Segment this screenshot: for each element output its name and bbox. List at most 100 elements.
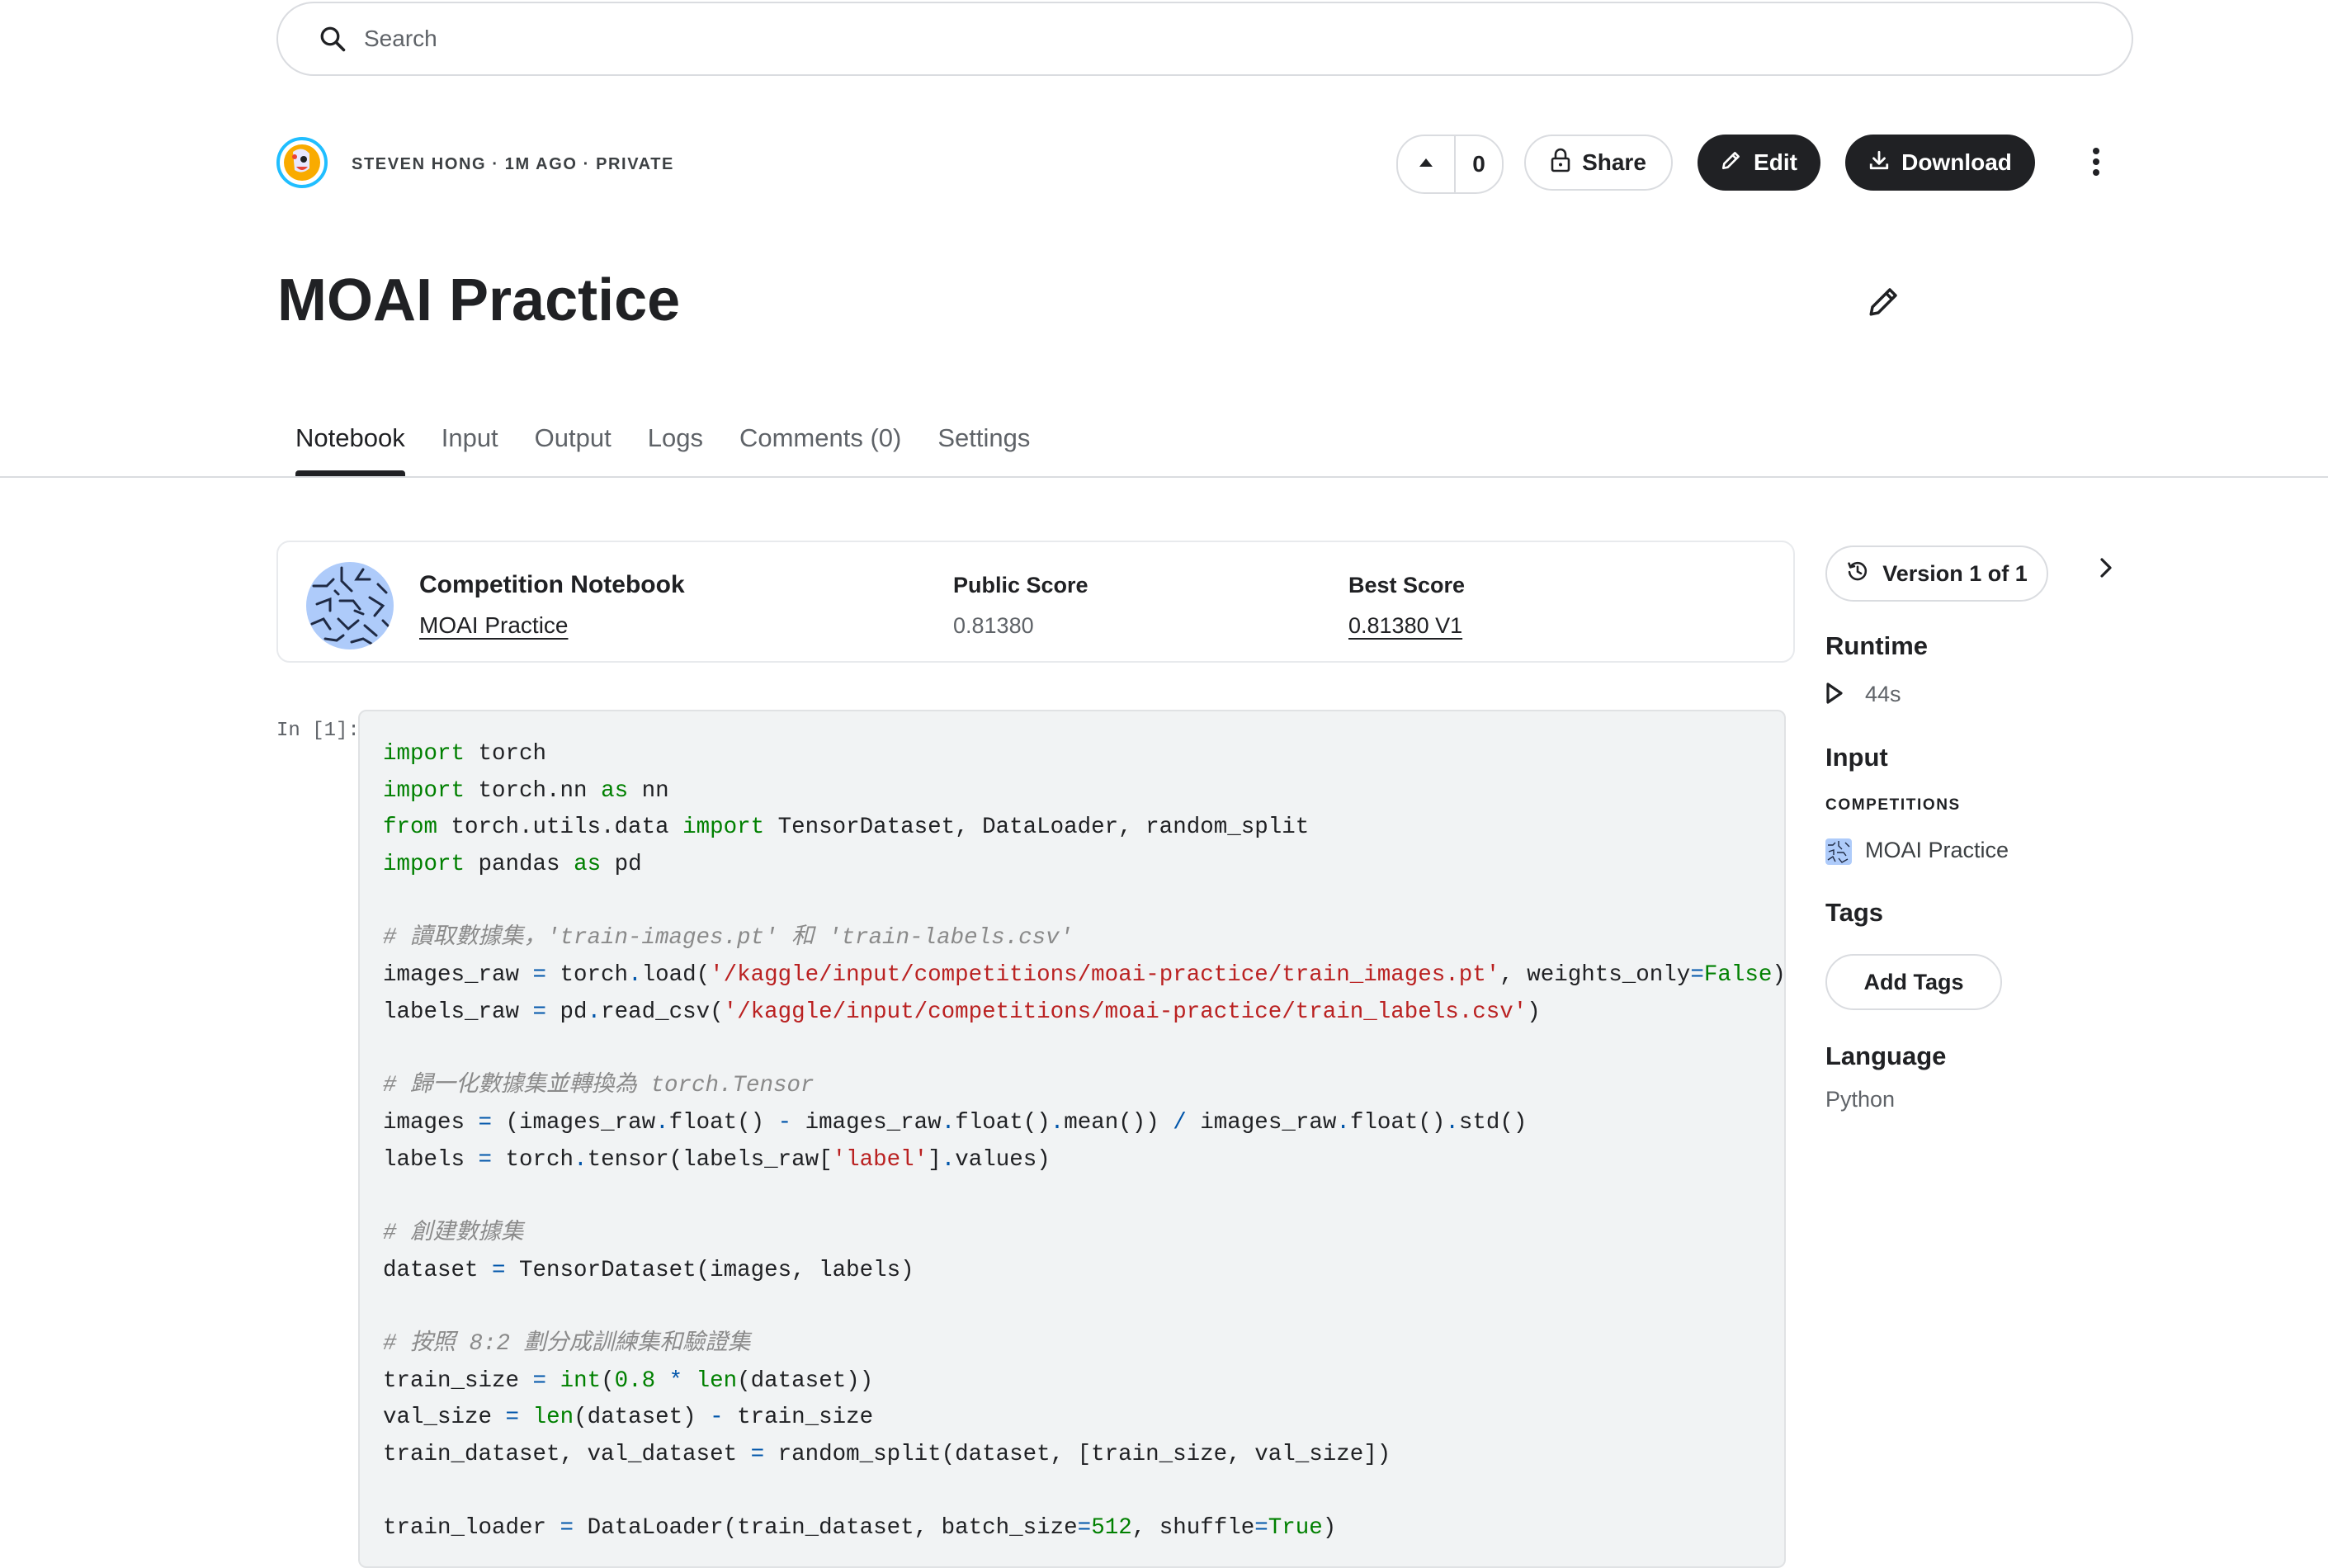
code-token: - xyxy=(777,1109,792,1136)
code-token: images xyxy=(383,1109,479,1136)
share-button[interactable]: Share xyxy=(1524,135,1673,191)
code-token: tensor(labels_raw[ xyxy=(587,1146,833,1173)
code-line: val_size = len(dataset) - train_size xyxy=(383,1400,1784,1437)
code-token: . xyxy=(587,999,602,1025)
code-token: '/kaggle/input/competitions/moai-practic… xyxy=(723,999,1528,1025)
triangle-up-icon xyxy=(1419,157,1433,172)
code-token: - xyxy=(710,1405,724,1431)
code-token: len xyxy=(696,1367,738,1394)
language-value: Python xyxy=(1825,1087,1896,1112)
search-bar[interactable] xyxy=(276,2,2133,76)
language-heading: Language xyxy=(1825,1041,1947,1070)
play-icon xyxy=(1825,682,1845,705)
code-token: pandas xyxy=(465,852,574,878)
code-token: . xyxy=(628,962,642,989)
code-token: = xyxy=(532,999,547,1025)
code-token: images_raw xyxy=(383,962,533,989)
download-icon xyxy=(1868,149,1890,177)
competition-thumbnail[interactable] xyxy=(305,561,394,650)
tab-output[interactable]: Output xyxy=(517,417,630,476)
lock-icon xyxy=(1551,148,1570,178)
input-caption: COMPETITIONS xyxy=(1825,796,1961,814)
code-token: ) xyxy=(1527,999,1541,1025)
code-token: torch xyxy=(492,1146,574,1173)
code-token: mean()) xyxy=(1064,1109,1173,1136)
runtime-value: 44s xyxy=(1865,682,1901,706)
code-token: '/kaggle/input/competitions/moai-practic… xyxy=(710,962,1500,989)
add-tags-button[interactable]: Add Tags xyxy=(1825,954,2002,1010)
code-token: import xyxy=(383,852,465,878)
upvote-button[interactable] xyxy=(1398,136,1456,192)
code-token: = xyxy=(1077,1515,1092,1542)
code-token: float() xyxy=(668,1109,778,1136)
version-label: Version 1 of 1 xyxy=(1882,560,2028,586)
code-line: labels = torch.tensor(labels_raw['label'… xyxy=(383,1142,1784,1179)
code-token: 0.8 xyxy=(614,1367,656,1394)
tab-logs[interactable]: Logs xyxy=(630,417,721,476)
code-token: ) xyxy=(1772,962,1786,989)
input-competition-link[interactable]: MOAI Practice xyxy=(1865,838,2009,863)
code-token: / xyxy=(1173,1109,1187,1136)
code-token: torch xyxy=(546,962,629,989)
code-token: . xyxy=(941,1109,956,1136)
code-token: int xyxy=(560,1367,602,1394)
search-input[interactable] xyxy=(362,25,1851,53)
code-token: torch.nn xyxy=(465,777,602,804)
tab-settings[interactable]: Settings xyxy=(919,417,1048,476)
best-score-link[interactable]: 0.81380 V1 xyxy=(1348,613,1462,639)
competition-link[interactable]: MOAI Practice xyxy=(419,612,568,639)
runtime-heading: Runtime xyxy=(1825,631,1928,660)
next-version-button[interactable] xyxy=(2093,553,2119,586)
tab-comments[interactable]: Comments (0) xyxy=(721,417,919,476)
code-token: torch xyxy=(465,741,547,767)
pencil-icon xyxy=(1867,288,1901,322)
author-meta: STEVEN HONG · 1M AGO · PRIVATE xyxy=(352,155,674,173)
version-button[interactable]: Version 1 of 1 xyxy=(1825,545,2048,602)
code-token: . xyxy=(1445,1109,1459,1136)
avatar[interactable] xyxy=(276,137,328,188)
code-token: dataset xyxy=(383,1257,493,1283)
code-token: # 按照 8:2 劃分成訓練集和驗證集 xyxy=(383,1331,751,1357)
share-label: Share xyxy=(1582,149,1646,175)
code-token: = xyxy=(532,1367,547,1394)
vote-count: 0 xyxy=(1472,151,1485,177)
competition-card xyxy=(276,541,1795,663)
code-token: random_split(dataset, [train_size, val_s… xyxy=(764,1442,1391,1468)
edit-button[interactable]: Edit xyxy=(1698,135,1820,191)
code-token: read_csv( xyxy=(601,999,724,1025)
download-button[interactable]: Download xyxy=(1845,135,2035,191)
tab-input[interactable]: Input xyxy=(423,417,517,476)
tags-heading: Tags xyxy=(1825,898,1884,927)
more-options-button[interactable] xyxy=(2080,140,2113,187)
code-token: . xyxy=(1050,1109,1065,1136)
input-heading: Input xyxy=(1825,743,1888,772)
code-token: True xyxy=(1268,1515,1323,1542)
edit-title-button[interactable] xyxy=(1867,284,1901,319)
competition-thumbnail-small xyxy=(1825,838,1852,865)
code-token: train_loader xyxy=(383,1515,560,1542)
code-token: from xyxy=(383,815,438,841)
code-cell[interactable]: import torch import torch.nn as nn from to… xyxy=(358,710,1786,1568)
code-token: import xyxy=(383,777,465,804)
tab-notebook[interactable]: Notebook xyxy=(277,417,423,476)
code-line: # 讀取數據集，'train-images.pt' 和 'train-label… xyxy=(383,920,1784,957)
code-token: (dataset) xyxy=(574,1405,711,1431)
code-token: = xyxy=(492,1257,506,1283)
code-line: images_raw = torch.load('/kaggle/input/c… xyxy=(383,957,1784,994)
tab-divider xyxy=(0,476,2328,478)
code-token: TensorDataset, DataLoader, random_split xyxy=(764,815,1310,841)
code-token: , shuffle xyxy=(1131,1515,1255,1542)
code-line: # 按照 8:2 劃分成訓練集和驗證集 xyxy=(383,1326,1784,1363)
code-line: import torch xyxy=(383,736,1784,773)
code-token: = xyxy=(478,1109,493,1136)
code-token: = xyxy=(1254,1515,1268,1542)
code-token: TensorDataset(images, labels) xyxy=(505,1257,914,1283)
code-line: # 歸一化數據集並轉換為 torch.Tensor xyxy=(383,1068,1784,1105)
code-token: len xyxy=(532,1405,574,1431)
upvote-control[interactable]: 0 xyxy=(1396,135,1504,194)
